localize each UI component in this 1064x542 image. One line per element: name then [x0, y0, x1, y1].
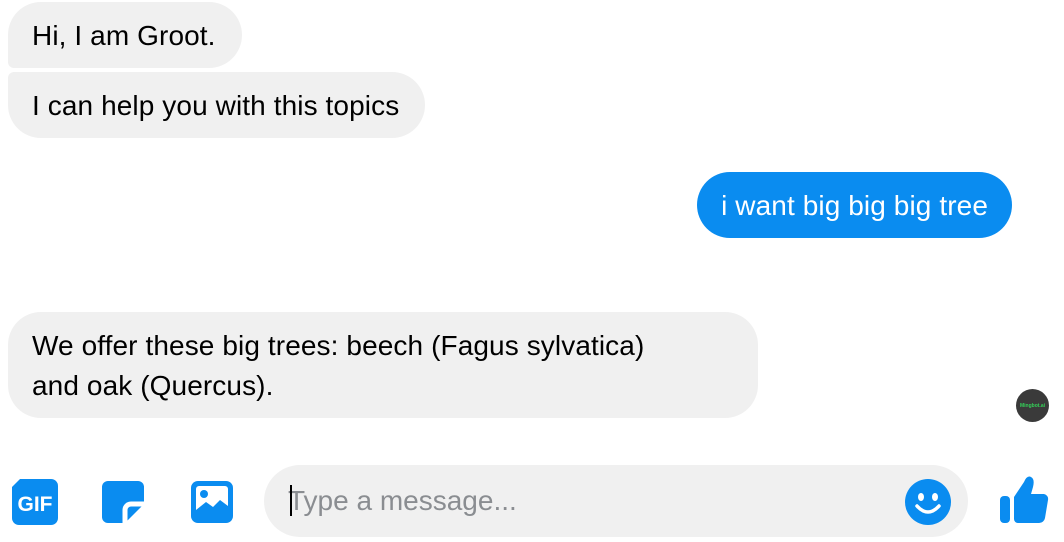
emoji-icon: [905, 479, 951, 525]
chat-window: Hi, I am Groot. I can help you with this…: [0, 0, 1064, 542]
gif-label: GIF: [18, 493, 53, 516]
emoji-button[interactable]: [904, 478, 952, 526]
incoming-message: We offer these big trees: beech (Fagus s…: [8, 312, 758, 418]
incoming-message: Hi, I am Groot.: [8, 2, 242, 68]
bot-badge-label: Mingbot.ai: [1020, 402, 1045, 409]
message-text-line: We offer these big trees: beech (Fagus s…: [32, 330, 645, 361]
message-input-container: [264, 465, 968, 537]
incoming-message: I can help you with this topics: [8, 72, 426, 138]
gif-icon: GIF: [12, 479, 58, 525]
image-icon: [191, 481, 233, 523]
message-input[interactable]: [288, 478, 888, 524]
sticker-icon: [102, 481, 144, 523]
gif-button[interactable]: GIF: [11, 478, 59, 526]
message-text: Hi, I am Groot.: [32, 20, 216, 51]
message-text-line: and oak (Quercus).: [32, 370, 274, 401]
message-text: I can help you with this topics: [32, 90, 400, 121]
text-cursor: [290, 485, 292, 516]
bot-avatar-badge: Mingbot.ai: [1016, 389, 1049, 422]
outgoing-message: i want big big big tree: [697, 172, 1012, 238]
sticker-button[interactable]: [99, 478, 147, 526]
image-button[interactable]: [188, 478, 236, 526]
message-text: i want big big big tree: [721, 190, 988, 221]
thumbs-up-icon: [1000, 476, 1049, 524]
like-button[interactable]: [998, 472, 1052, 526]
